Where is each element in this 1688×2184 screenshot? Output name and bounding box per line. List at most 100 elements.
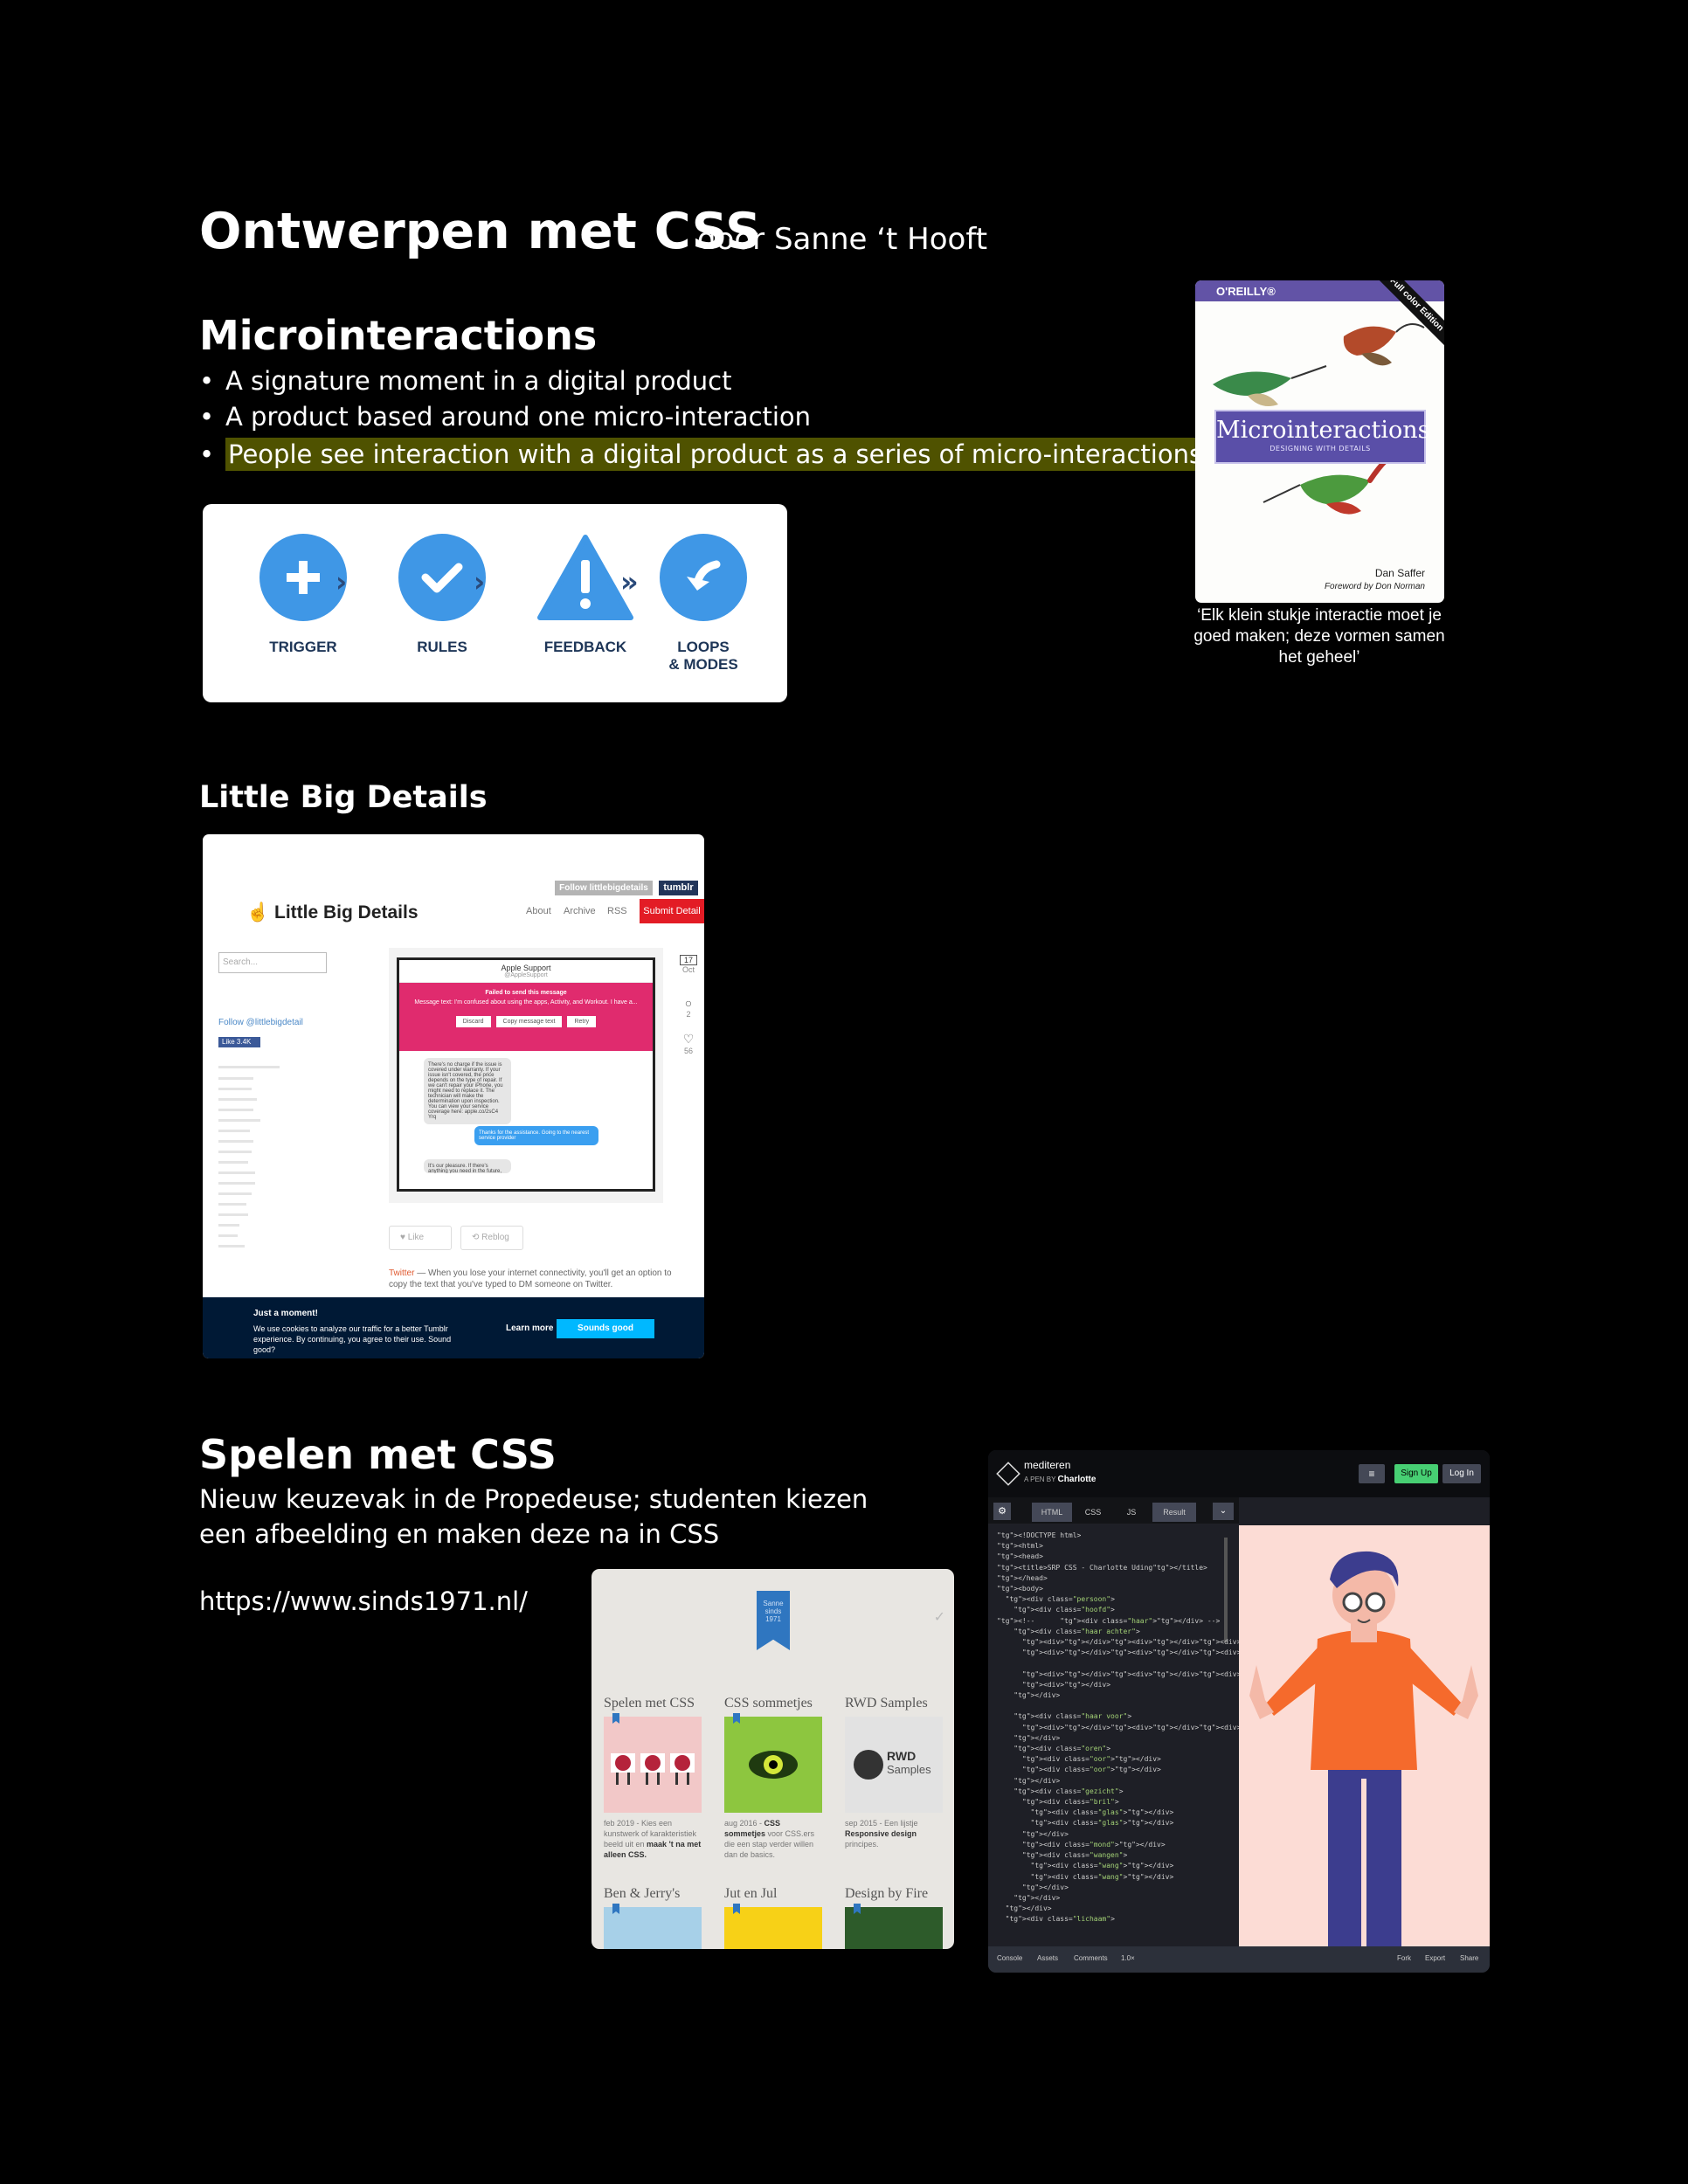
project-tile[interactable]: CSS sommetjes aug 2016 - CSS sommetjes v… xyxy=(724,1696,822,1860)
tag-link[interactable] xyxy=(218,1203,246,1206)
calendar-icon: 17 xyxy=(680,955,697,965)
book-authors: Dan Saffer Foreword by Don Norman xyxy=(1325,567,1425,593)
comment-count[interactable]: ○ 2 xyxy=(680,996,697,1019)
facebook-like-button[interactable]: Like 3.4K xyxy=(218,1037,260,1047)
sinds1971-screenshot: Sanne sinds 1971 ✓ Spelen met CSS feb 20… xyxy=(591,1569,954,1949)
follow-button[interactable]: Follow littlebigdetails xyxy=(555,881,653,895)
bookmark-ribbon-logo: Sanne sinds 1971 xyxy=(757,1591,790,1650)
reblog-button[interactable]: ⟲ Reblog xyxy=(460,1226,523,1250)
like-button[interactable]: ♥ Like xyxy=(389,1226,452,1250)
pen-author: A PEN BY Charlotte xyxy=(1024,1475,1096,1484)
tag-link[interactable] xyxy=(218,1088,252,1090)
tile-title: CSS sommetjes xyxy=(724,1696,813,1711)
comments-button[interactable]: Comments xyxy=(1074,1954,1108,1962)
tag-link[interactable] xyxy=(218,1151,252,1153)
tag-link[interactable] xyxy=(218,1245,245,1248)
sinds1971-link[interactable]: https://www.sinds1971.nl/ xyxy=(199,1586,528,1616)
tag-link[interactable] xyxy=(218,1119,260,1122)
tag-link[interactable] xyxy=(218,1098,257,1101)
export-button[interactable]: Export xyxy=(1425,1954,1445,1962)
console-button[interactable]: Console xyxy=(997,1954,1022,1962)
send-failed-banner: Failed to send this message Message text… xyxy=(399,983,653,1051)
tab-js[interactable]: JS xyxy=(1114,1503,1149,1522)
discard-button[interactable]: Discard xyxy=(455,1016,491,1027)
search-input[interactable]: Search... xyxy=(218,952,327,973)
learn-more-link[interactable]: Learn more xyxy=(506,1324,553,1333)
tile-title: Ben & Jerry's xyxy=(604,1886,681,1901)
code-line: "tg"><div class="oor">"tg"></div> xyxy=(1021,1755,1161,1764)
tag-link[interactable] xyxy=(218,1213,248,1216)
signup-button[interactable]: Sign Up xyxy=(1394,1464,1438,1483)
tile-image-sheep xyxy=(604,1713,702,1813)
code-line: "tg"><div class="mond">"tg"></div> xyxy=(1021,1840,1166,1849)
twitter-follow-link[interactable]: Follow @littlebigdetail xyxy=(218,1018,303,1027)
login-button[interactable]: Log In xyxy=(1442,1464,1481,1483)
tag-link[interactable] xyxy=(218,1224,239,1227)
tab-css[interactable]: CSS xyxy=(1076,1503,1110,1522)
tag-link[interactable] xyxy=(218,1171,255,1174)
code-line: "tg"><div>"tg"></div>"tg"><div>"tg"></di… xyxy=(1021,1669,1287,1678)
step-label: TRIGGER xyxy=(269,639,337,655)
share-button[interactable]: Share xyxy=(1460,1954,1478,1962)
tab-html[interactable]: HTML xyxy=(1032,1503,1072,1522)
comment-icon: ○ xyxy=(684,996,693,1010)
nav-rss[interactable]: RSS xyxy=(607,906,627,916)
send-failed-detail: Message text: I'm confused about using t… xyxy=(414,999,638,1006)
fork-button[interactable]: Fork xyxy=(1397,1954,1411,1962)
code-line: "tg"><div class="wang">"tg"></div> xyxy=(1030,1862,1174,1870)
sounds-good-button[interactable]: Sounds good xyxy=(557,1319,654,1338)
message-sent: Thanks for the assistance. Going to the … xyxy=(474,1126,598,1145)
book-title-band: Microinteractions DESIGNING WITH DETAILS xyxy=(1214,410,1430,464)
submit-detail-button[interactable]: Submit Detail xyxy=(640,899,704,923)
rwd-logo-icon xyxy=(854,1750,883,1780)
dm-header: Apple Support @AppleSupport xyxy=(399,960,653,983)
copy-text-button[interactable]: Copy message text xyxy=(495,1016,563,1027)
tumblr-button[interactable]: tumblr xyxy=(659,881,698,895)
gear-icon[interactable]: ⚙ xyxy=(993,1503,1011,1520)
tag-link[interactable] xyxy=(218,1161,248,1164)
project-tile[interactable]: RWD Samples RWD Samples sep 2015 - Een l… xyxy=(845,1696,943,1849)
editor-scrollbar[interactable] xyxy=(1224,1538,1228,1642)
tile-image-rwd: RWD Samples xyxy=(845,1717,943,1813)
send-failed-title: Failed to send this message xyxy=(485,990,567,996)
site-logo[interactable]: ☝ Little Big Details xyxy=(246,902,419,923)
nav-about[interactable]: About xyxy=(526,906,551,916)
tab-result[interactable]: Result xyxy=(1152,1503,1196,1522)
tag-link[interactable] xyxy=(218,1109,253,1111)
tile-title: RWD Samples xyxy=(845,1696,928,1711)
tag-link[interactable] xyxy=(218,1192,252,1195)
layout-menu-icon[interactable]: ≡ xyxy=(1359,1464,1385,1483)
html-code-editor[interactable]: "tg"><!DOCTYPE html> "tg"><html> "tg"><hea… xyxy=(997,1531,1287,1925)
project-tile[interactable]: Design by Fire xyxy=(845,1886,943,1949)
tile-date: feb 2019 - xyxy=(604,1819,642,1828)
retry-button[interactable]: Retry xyxy=(567,1016,597,1027)
code-line: "tg"></div> xyxy=(1013,1893,1061,1902)
tag-link[interactable] xyxy=(218,1077,253,1080)
caption-source-link[interactable]: Twitter xyxy=(389,1268,414,1278)
chevron-down-icon[interactable]: ⌄ xyxy=(1213,1503,1234,1520)
code-line: "tg"><div class="glas">"tg"></div> xyxy=(1030,1819,1174,1828)
tag-link[interactable] xyxy=(218,1182,255,1185)
dm-handle: @AppleSupport xyxy=(504,972,548,978)
code-line: "tg"></div> xyxy=(1021,1829,1069,1838)
project-tile[interactable]: Ben & Jerry's xyxy=(604,1886,702,1949)
assets-button[interactable]: Assets xyxy=(1037,1954,1058,1962)
project-tile[interactable]: Jut en Jul xyxy=(724,1886,822,1949)
pen-author-name[interactable]: Charlotte xyxy=(1058,1475,1097,1484)
spelen-description: Nieuw keuzevak in de Propedeuse; student… xyxy=(199,1484,868,1549)
pen-title: mediteren xyxy=(1024,1459,1071,1471)
nav-archive[interactable]: Archive xyxy=(564,906,596,916)
tag-link[interactable] xyxy=(218,1066,280,1068)
comment-count-value: 2 xyxy=(686,1010,691,1019)
tag-link[interactable] xyxy=(218,1130,250,1132)
code-line: "tg"><div class="wangen"> xyxy=(1021,1851,1128,1860)
step-loops-modes: LOOPS & MODES xyxy=(638,534,769,674)
project-tile[interactable]: Spelen met CSS feb 2019 - Kies een kunst… xyxy=(604,1696,702,1860)
code-line: "tg"><div class="haar voor"> xyxy=(1013,1712,1132,1721)
codepen-screenshot: mediteren A PEN BY Charlotte ≡ Sign Up L… xyxy=(988,1450,1490,1973)
zoom-button[interactable]: 1.0× xyxy=(1121,1954,1135,1962)
tag-link[interactable] xyxy=(218,1140,253,1143)
codepen-logo-icon[interactable] xyxy=(996,1462,1020,1486)
tag-link[interactable] xyxy=(218,1234,238,1237)
like-count[interactable]: ♡ 56 xyxy=(680,1032,697,1055)
